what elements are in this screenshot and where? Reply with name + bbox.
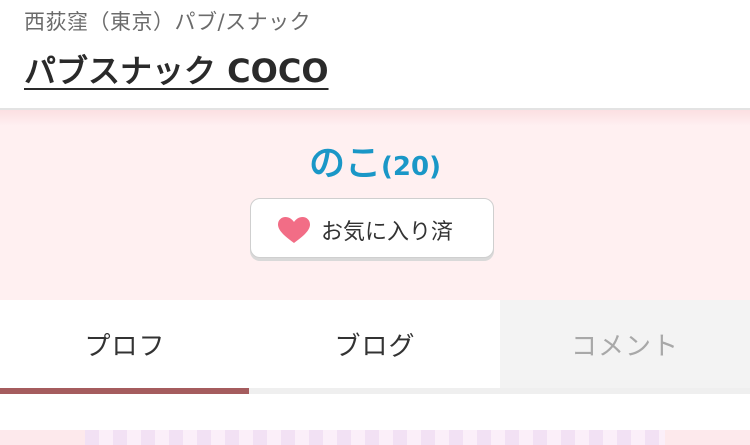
tab-blog[interactable]: ブログ <box>250 300 500 388</box>
girl-profile-banner: のこ(20) お気に入り済 <box>0 110 750 300</box>
shop-name-link[interactable]: パブスナック COCO <box>24 46 329 92</box>
favorite-button[interactable]: お気に入り済 <box>250 198 494 258</box>
content-gap <box>0 394 750 430</box>
tab-blog-label: ブログ <box>334 332 416 362</box>
girl-name-line: のこ(20) <box>0 134 750 186</box>
area-category-label: 西荻窪（東京）パブ/スナック <box>24 10 312 34</box>
tab-comment-label: コメント <box>570 332 679 362</box>
girl-name: のこ <box>309 143 382 184</box>
tab-profile-label: プロフ <box>84 332 166 362</box>
shop-header: 西荻窪（東京）パブ/スナック パブスナック COCO <box>0 0 750 110</box>
girl-age: (20) <box>381 152 441 182</box>
favorite-button-label: お気に入り済 <box>321 220 454 245</box>
heart-icon <box>278 217 310 243</box>
profile-tabs: プロフ ブログ コメント <box>0 300 750 394</box>
content-decor-strip <box>85 430 665 445</box>
tab-comment[interactable]: コメント <box>500 300 750 388</box>
tab-profile[interactable]: プロフ <box>0 300 250 388</box>
content-top-strip <box>0 430 750 445</box>
